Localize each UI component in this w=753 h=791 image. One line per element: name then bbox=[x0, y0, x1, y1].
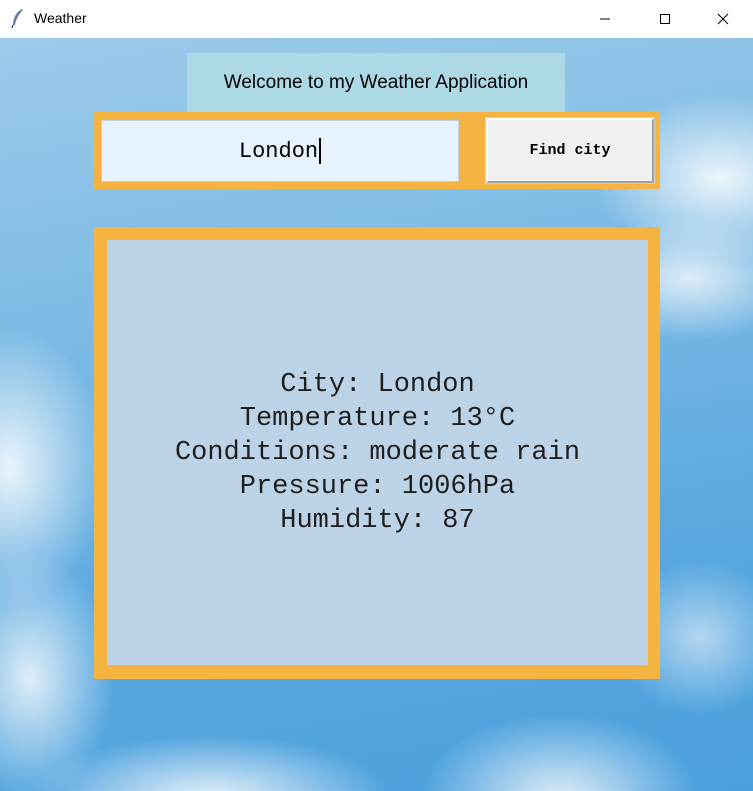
maximize-icon bbox=[659, 10, 671, 29]
maximize-button[interactable] bbox=[642, 0, 688, 38]
search-frame: London Find city bbox=[94, 112, 660, 189]
city-input-text: London bbox=[238, 138, 319, 164]
title-bar: Weather bbox=[0, 0, 753, 38]
result-frame: City: London Temperature: 13°C Condition… bbox=[94, 227, 660, 679]
result-city: City: London bbox=[280, 369, 475, 400]
feather-icon bbox=[10, 8, 26, 29]
close-button[interactable] bbox=[700, 0, 746, 38]
window-title: Weather bbox=[34, 10, 87, 26]
result-pressure: Pressure: 1006hPa bbox=[239, 471, 516, 502]
minimize-button[interactable] bbox=[582, 0, 628, 38]
app-background: Welcome to my Weather Application London… bbox=[0, 38, 753, 791]
result-conditions: Conditions: moderate rain bbox=[174, 437, 581, 468]
close-icon bbox=[717, 10, 729, 29]
result-humidity: Humidity: 87 bbox=[280, 505, 475, 536]
text-caret bbox=[319, 138, 322, 164]
weather-result-panel: City: London Temperature: 13°C Condition… bbox=[107, 240, 648, 665]
welcome-label: Welcome to my Weather Application bbox=[187, 53, 565, 113]
city-input[interactable]: London bbox=[101, 120, 459, 182]
minimize-icon bbox=[599, 10, 611, 29]
find-city-button[interactable]: Find city bbox=[485, 117, 655, 184]
result-temperature: Temperature: 13°C bbox=[239, 403, 516, 434]
